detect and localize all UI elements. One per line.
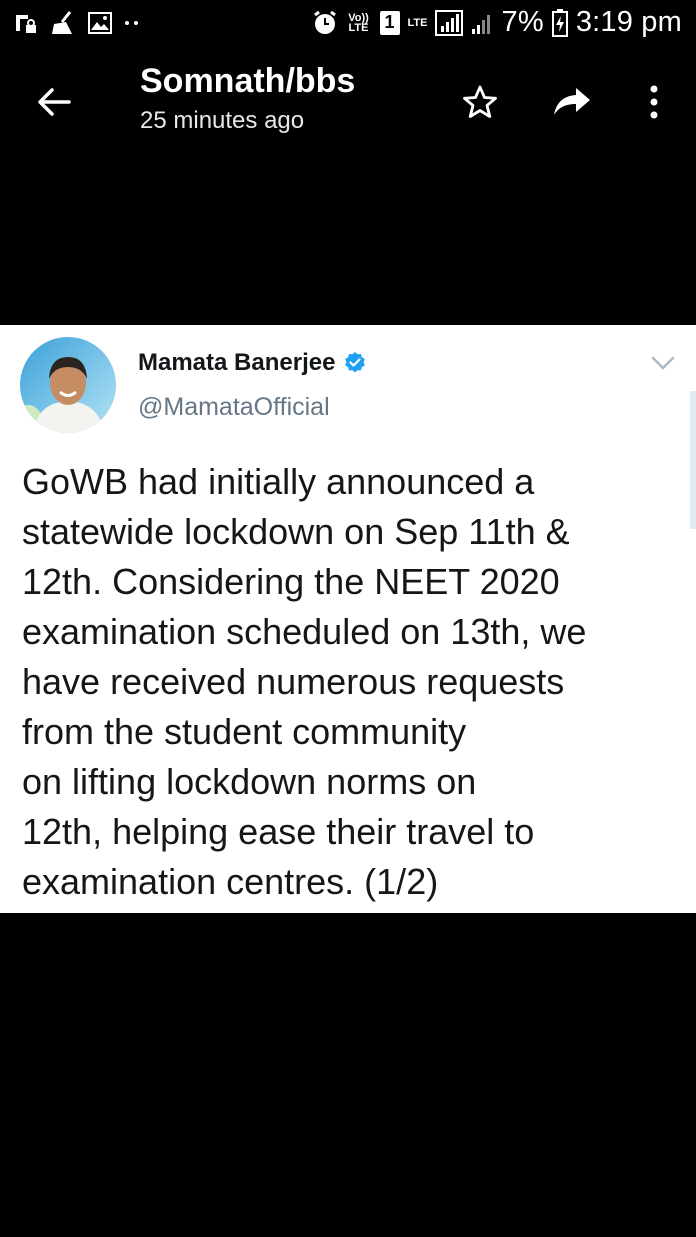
- author-name[interactable]: Mamata Banerjee: [138, 349, 367, 377]
- broom-icon: [50, 10, 76, 36]
- forward-button[interactable]: [548, 78, 596, 126]
- alarm-icon: [312, 10, 338, 36]
- title-block: Somnath/bbs 25 minutes ago: [140, 62, 355, 135]
- more-options-button[interactable]: [630, 78, 678, 126]
- status-bar: Vo)) LTE 1 LTE 7% 3:19 pm: [0, 0, 696, 48]
- signal-strength-icon: [435, 9, 464, 36]
- battery-charging-icon: [551, 8, 568, 37]
- more-notifications-icon: [124, 19, 140, 27]
- clock: 3:19 pm: [575, 6, 682, 38]
- chat-title: Somnath/bbs: [140, 62, 356, 100]
- more-vert-icon: [650, 85, 658, 119]
- author-handle[interactable]: @MamataOfficial: [138, 393, 330, 422]
- tweet-text-line: from the student community: [22, 711, 467, 752]
- tweet-text-line: have received numerous requests: [22, 661, 565, 702]
- battery-percent: 7%: [501, 6, 544, 38]
- arrow-back-icon: [38, 88, 71, 116]
- image-icon: [88, 12, 112, 34]
- tweet-text-line: on lifting lockdown norms on: [22, 761, 477, 802]
- chat-subtitle: 25 minutes ago: [140, 107, 305, 134]
- wifi-call-icon: [12, 11, 38, 35]
- scrollbar[interactable]: [690, 391, 696, 529]
- avatar[interactable]: [20, 337, 116, 433]
- sim-slot-badge: 1: [379, 10, 400, 35]
- back-button[interactable]: [30, 78, 78, 126]
- network-type-label: LTE: [407, 16, 428, 29]
- signal-strength-2-icon: [471, 11, 493, 35]
- verified-badge-icon: [343, 351, 367, 375]
- tweet-menu-button[interactable]: [648, 351, 678, 375]
- volte-badge: Vo)) LTE: [348, 11, 369, 34]
- star-button[interactable]: [456, 78, 504, 126]
- tweet-text-line: 12th, helping ease their travel to: [22, 811, 535, 852]
- tweet-text-line: statewide lockdown on Sep 11th &: [22, 511, 570, 552]
- tweet-text: GoWB had initially announced a statewide…: [22, 457, 672, 907]
- tweet-card[interactable]: Mamata Banerjee @MamataOfficial GoWB had…: [0, 325, 696, 913]
- tweet-text-line: 12th. Considering the NEET 2020: [22, 561, 560, 602]
- tweet-text-line: GoWB had initially announced a: [22, 461, 535, 502]
- avatar-image: [20, 337, 116, 433]
- chevron-down-icon: [651, 356, 675, 370]
- tweet-text-line: examination centres. (1/2): [22, 861, 439, 902]
- star-icon: [463, 85, 497, 118]
- toolbar: Somnath/bbs 25 minutes ago: [0, 48, 696, 158]
- tweet-text-line: examination scheduled on 13th, we: [22, 611, 587, 652]
- forward-icon: [554, 88, 590, 115]
